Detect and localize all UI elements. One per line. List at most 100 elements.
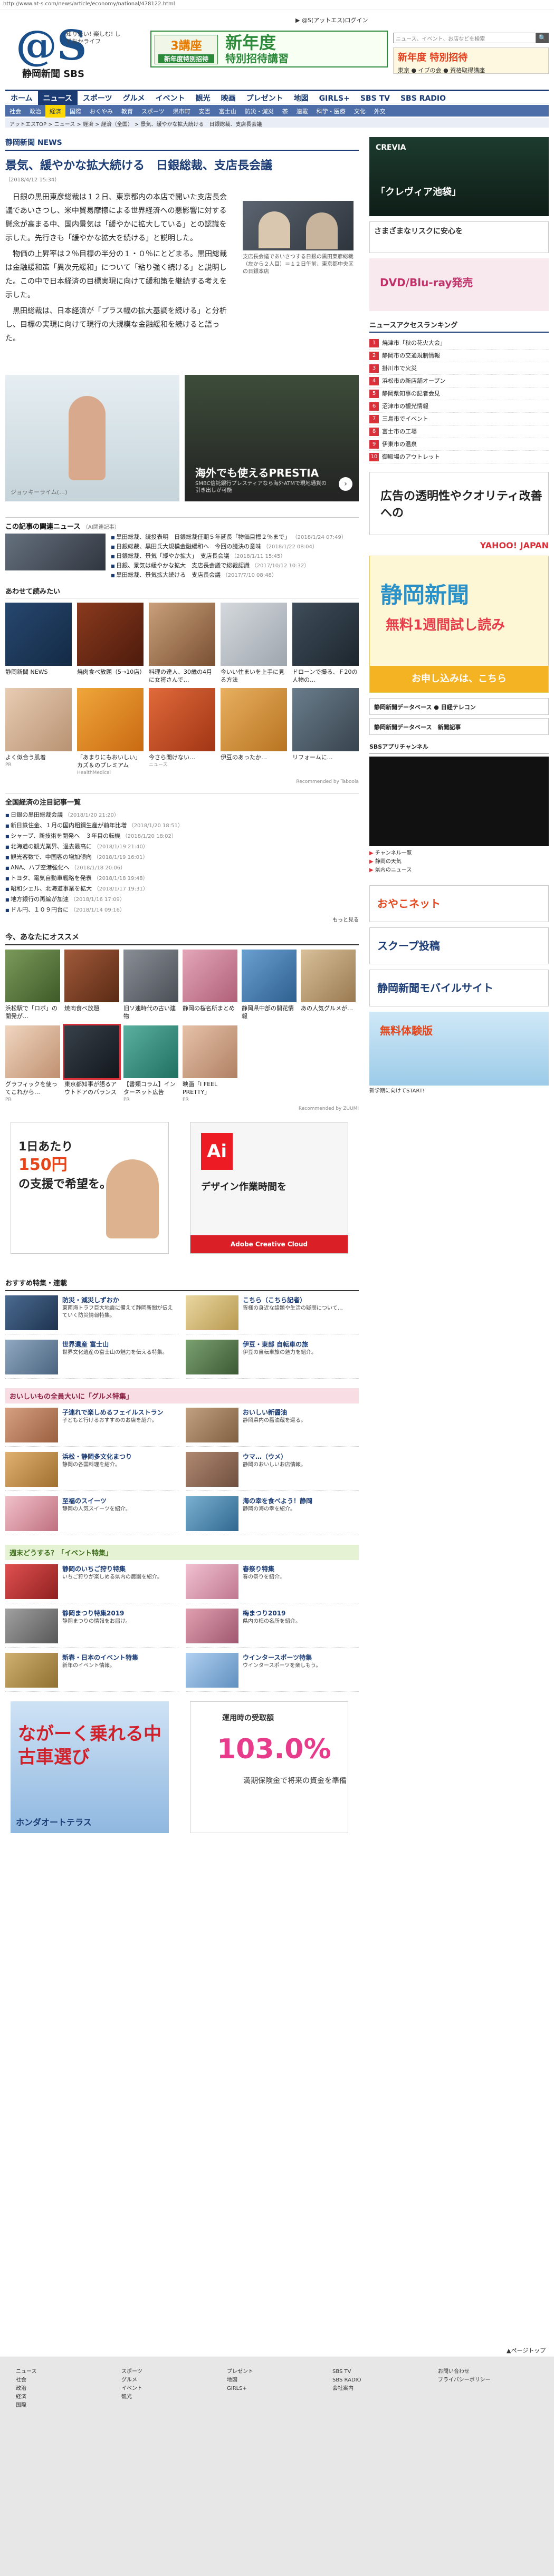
read-card[interactable]: 焼肉食べ放題（5→10店） (77, 603, 145, 684)
search-icon[interactable]: 🔍 (536, 33, 549, 43)
sidebar-ad-trial[interactable]: 無料体験版 (369, 1012, 549, 1086)
ranking-item[interactable]: 6 沼津市の観光情報 (369, 400, 549, 413)
gnav-movie[interactable]: 映画 (216, 91, 241, 105)
ranking-item[interactable]: 8 富士市の工場 (369, 425, 549, 438)
subnav-item-economy[interactable]: 経済 (45, 105, 65, 118)
recommend-card[interactable]: 映画「I FEEL PRETTY」 PR (183, 1025, 237, 1104)
gnav-present[interactable]: プレゼント (241, 91, 289, 105)
subnav-item[interactable]: 社会 (5, 105, 25, 118)
sidebar-ad-newspaper[interactable]: 静岡新聞 無料1週間試し読み お申し込みは、こちら (369, 556, 549, 693)
subnav-item[interactable]: 富士山 (215, 105, 241, 118)
list-item[interactable]: チャンネル一覧 (369, 849, 549, 858)
feature-item[interactable]: 防災・減災しずおか 東南海トラフ巨大地震に備えて静岡新聞が伝えていく防災情報特集。 (5, 1295, 178, 1334)
footer-link[interactable]: プレゼント (227, 2368, 317, 2376)
footer-link[interactable]: 政治 (16, 2385, 106, 2393)
subnav-item[interactable]: 防災・減災 (241, 105, 278, 118)
sidebar-ad-crevia[interactable]: CREVIA 「クレヴィア池袋」 (369, 137, 549, 216)
ad-adobe[interactable]: Ai デザイン作業時間を Adobe Creative Cloud (190, 1122, 348, 1254)
sidebar-db-link[interactable]: 静岡新聞データベース ● 日経テレコン (369, 698, 549, 715)
subnav-item[interactable]: 連載 (292, 105, 312, 118)
subnav-item[interactable]: 政治 (25, 105, 45, 118)
footer-link[interactable]: プライバシーポリシー (438, 2376, 528, 2385)
read-card[interactable]: 伊豆のあったか… (221, 688, 287, 777)
feature-item[interactable]: 世界遺産 富士山 世界文化遺産の富士山の魅力を伝える特集。 (5, 1340, 178, 1379)
subnav-item[interactable]: 安否 (195, 105, 215, 118)
yahoo-logo[interactable]: YAHOO! JAPAN (369, 540, 549, 550)
gnav-event[interactable]: イベント (150, 91, 190, 105)
subnav-item[interactable]: 科学・医療 (312, 105, 350, 118)
footer-link[interactable]: スポーツ (121, 2368, 211, 2376)
list-item[interactable]: 日銀総裁、黒田氏大規模金融緩和へ 今回の議決の意味 （2018/1/22 08:… (111, 542, 347, 551)
read-card[interactable]: 「あまりにもおいしい」カズ＆のプレミアム HealthMedical (77, 688, 144, 777)
ranking-item[interactable]: 2 静岡市の交通規制情報 (369, 350, 549, 362)
footer-link[interactable]: イベント (121, 2385, 211, 2393)
feature-item[interactable]: こちら（こちら記者） 皆様の身近な話題や生活の疑問について… (186, 1295, 359, 1334)
related-thumb[interactable] (5, 534, 106, 570)
event-item[interactable]: 静岡まつり特集2019 静岡まつりの情報をお届け。 (5, 1609, 178, 1648)
list-item[interactable]: ドル円、１０９円台に （2018/1/14 09:16） (5, 905, 359, 915)
recommend-card[interactable]: 焼肉食べ放題 (64, 950, 119, 1020)
ad-drink[interactable]: ジョッキーライム(…) (5, 375, 179, 501)
gnav-girls[interactable]: GIRLS+ (314, 93, 355, 104)
footer-link[interactable]: 観光 (121, 2393, 211, 2401)
ranking-item[interactable]: 7 三島市でイベント (369, 413, 549, 425)
footer-link[interactable]: SBS TV (332, 2368, 422, 2376)
read-card[interactable]: よく似合う肌着 PR (5, 688, 72, 777)
list-item[interactable]: 静岡の天気 (369, 858, 549, 866)
gnav-home[interactable]: ホーム (5, 91, 38, 105)
gnav-map[interactable]: 地図 (289, 91, 314, 105)
article-photo[interactable] (243, 201, 354, 250)
recommend-card[interactable]: 静岡県中部の開花情報 (242, 950, 297, 1020)
list-item[interactable]: トヨタ、電気自動車戦略を発表 （2018/1/18 19:48） (5, 873, 359, 884)
ranking-item[interactable]: 10 御殿場のアウトレット (369, 451, 549, 463)
subnav-item[interactable]: 国際 (65, 105, 85, 118)
subnav-item[interactable]: 教育 (117, 105, 137, 118)
subnav-item[interactable]: おくやみ (85, 105, 117, 118)
recommend-card[interactable]: 静岡の桜名所まとめ (183, 950, 237, 1020)
read-card[interactable]: リフォームに… (292, 688, 359, 777)
footer-link[interactable]: 国際 (16, 2401, 106, 2410)
list-item[interactable]: 観光客数で、中国客の増加傾向 （2018/1/19 16:01） (5, 852, 359, 863)
ad-insurance[interactable]: 運用時の受取額 103.0% 満期保険金で将来の資金を準備 (190, 1701, 348, 1833)
gourmet-item[interactable]: おいしい新醤油 静岡県内の醤油蔵を巡る。 (186, 1408, 359, 1447)
footer-link[interactable]: 社会 (16, 2376, 106, 2385)
gourmet-item[interactable]: 海の幸を食べよう！静岡 静岡の海の幸を紹介。 (186, 1496, 359, 1535)
ranking-item[interactable]: 1 焼津市「秋の花火大会」 (369, 337, 549, 350)
subnav-item[interactable]: 茶 (278, 105, 292, 118)
event-item[interactable]: 新春・日本のイベント特集 新年のイベント情報。 (5, 1653, 178, 1692)
event-item[interactable]: ウインタースポーツ特集 ウインタースポーツを楽しもう。 (186, 1653, 359, 1692)
footer-link[interactable]: 地図 (227, 2376, 317, 2385)
footer-link[interactable]: グルメ (121, 2376, 211, 2385)
site-logo[interactable]: @S 知りたい! 楽しむ! しずおかライフ 静岡新聞 SBS (16, 25, 121, 80)
list-item[interactable]: ANA、ハブ空港強化へ （2018/1/18 20:06） (5, 863, 359, 873)
chevron-right-icon[interactable]: › (339, 477, 352, 491)
footer-link[interactable]: ニュース (16, 2368, 106, 2376)
recommend-card[interactable]: 旧ソ連時代の古い建物 (123, 950, 178, 1020)
list-item[interactable]: 日銀総裁、景気「緩やか拡大」 支店長会議 （2018/1/11 15:45） (111, 551, 347, 561)
recommend-card[interactable]: 浜松駅で「ロボ」の開発が… (5, 950, 60, 1020)
list-item[interactable]: 昭和シェル、北海道事業を拡大 （2018/1/17 19:31） (5, 884, 359, 894)
recommend-card[interactable]: 東京都知事が語るアウトドアのバランス (63, 1024, 121, 1104)
gnav-gourmet[interactable]: グルメ (118, 91, 150, 105)
sidebar-small-ad[interactable]: スクープ投稿 (369, 927, 549, 964)
list-item[interactable]: 日銀の黒田総裁会議 （2018/1/20 21:20） (5, 810, 359, 820)
gnav-sports[interactable]: スポーツ (78, 91, 118, 105)
ranking-item[interactable]: 4 浜松市の新店舗オープン (369, 375, 549, 388)
sidebar-ad-transparency[interactable]: 広告の透明性やクオリティ改善への (369, 472, 549, 535)
more-link[interactable]: もっと見る (5, 915, 359, 923)
gourmet-item[interactable]: 子連れで楽しめるフェイルストラン 子どもと行けるおすすめのお店を紹介。 (5, 1408, 178, 1447)
sidebar-ad-insurance[interactable]: さまざまなリスクに安心を (369, 221, 549, 253)
subnav-item[interactable]: 外交 (370, 105, 390, 118)
read-card[interactable]: 今さら聞けない… ニュース (149, 688, 215, 777)
ad-used-car[interactable]: ながーく乗れる中古車選び ホンダオートテラス (11, 1701, 169, 1833)
sidebar-ad-dvd[interactable]: DVD/Blu-ray発売 (369, 258, 549, 311)
read-card[interactable]: 静岡新聞 NEWS (5, 603, 72, 684)
event-item[interactable]: 梅まつり2019 県内の梅の名所を紹介。 (186, 1609, 359, 1648)
footer-link[interactable]: GIRLS+ (227, 2385, 317, 2393)
feature-item[interactable]: 伊豆・東部 自転車の旅 伊豆の自転車旅の魅力を紹介。 (186, 1340, 359, 1379)
list-item[interactable]: 黒田総裁、景気拡大続ける 支店長会議 （2017/7/10 08:48） (111, 570, 347, 580)
subnav-item[interactable]: 文化 (350, 105, 370, 118)
footer-link[interactable]: 経済 (16, 2393, 106, 2401)
event-item[interactable]: 静岡のいちご狩り特集 いちご狩りが楽しめる県内の農園を紹介。 (5, 1564, 178, 1603)
recommend-card[interactable]: あの人気グルメが… (301, 950, 356, 1020)
